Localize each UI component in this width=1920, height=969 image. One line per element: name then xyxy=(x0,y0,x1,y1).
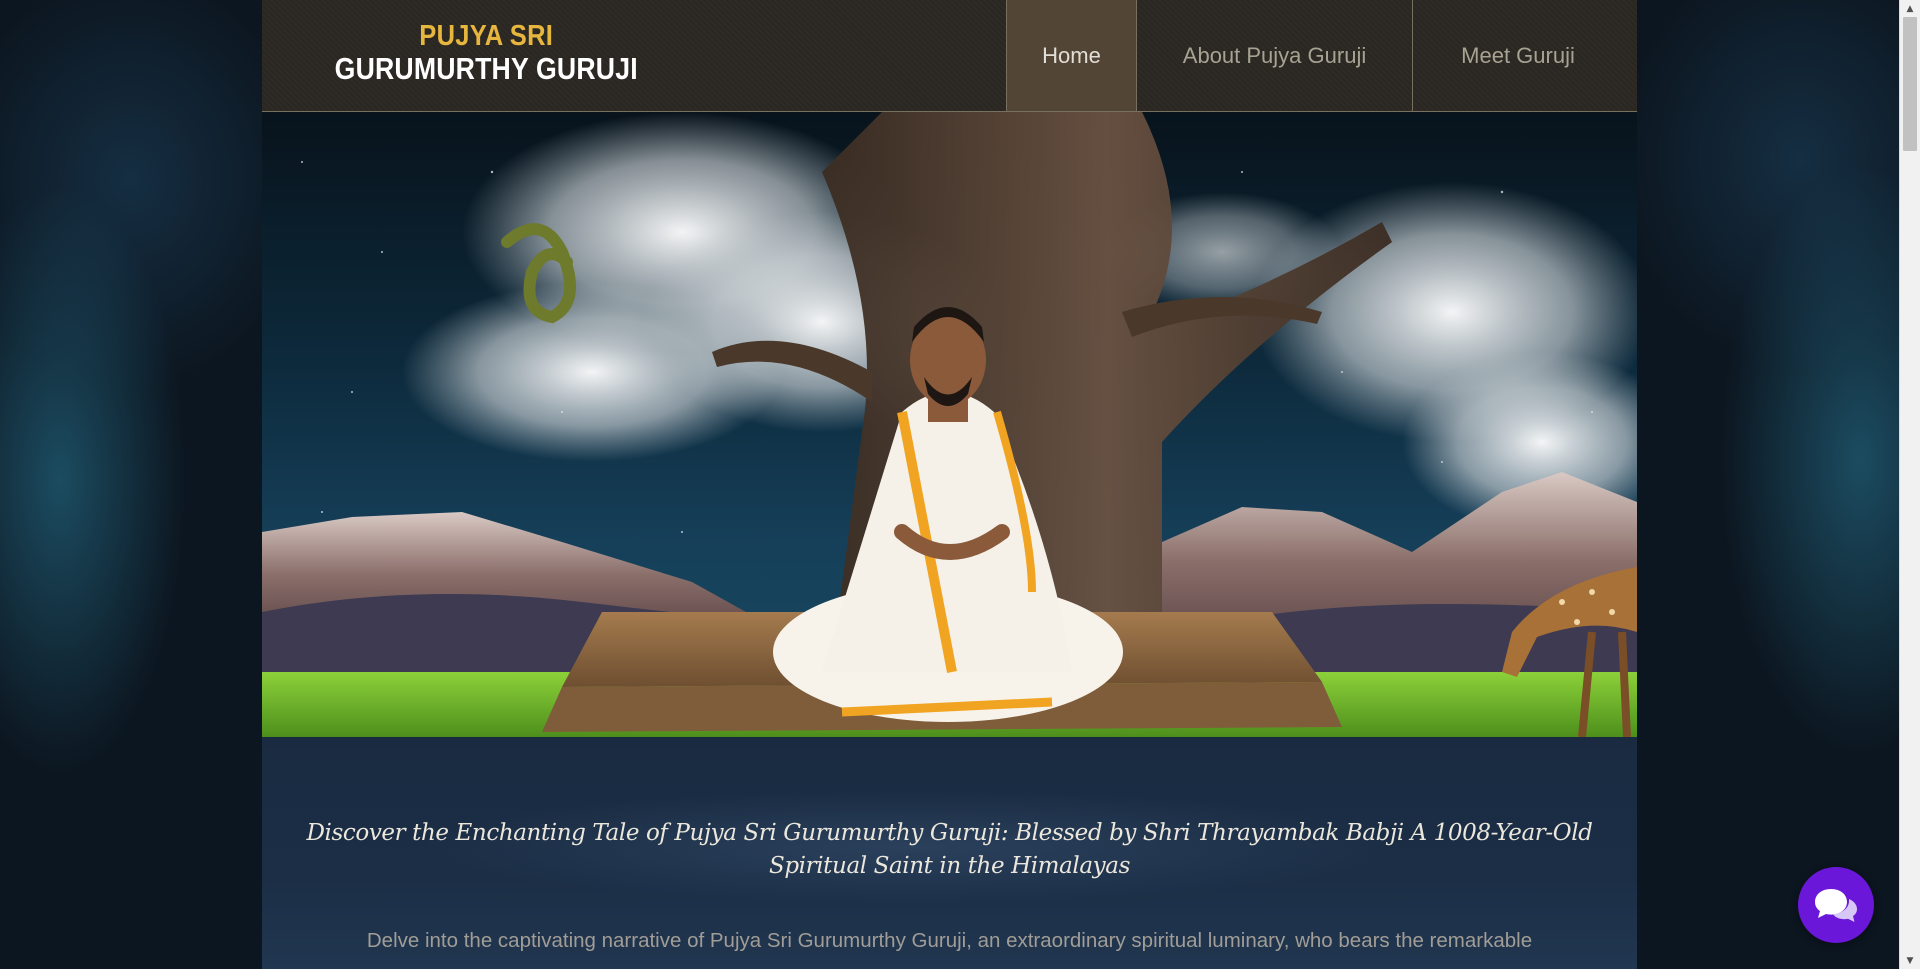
logo-line-2: GURUMURTHY GURUJI xyxy=(334,51,638,86)
intro-section: Discover the Enchanting Tale of Pujya Sr… xyxy=(262,737,1637,969)
logo-line-1: PUJYA SRI xyxy=(419,20,554,52)
site-logo[interactable]: PUJYA SRI GURUMURTHY GURUJI xyxy=(310,20,662,86)
hero-banner xyxy=(262,112,1637,737)
site-header: PUJYA SRI GURUMURTHY GURUJI Home About P… xyxy=(262,0,1637,112)
scroll-down-arrow-icon[interactable]: ▼ xyxy=(1900,952,1920,969)
nav-item-meet-guruji[interactable]: Meet Guruji xyxy=(1412,0,1637,111)
chat-bubbles-icon xyxy=(1815,889,1857,922)
scrollbar-thumb[interactable] xyxy=(1903,17,1917,151)
page-scrollbar[interactable]: ▲ ▼ xyxy=(1899,0,1920,969)
scroll-up-arrow-icon[interactable]: ▲ xyxy=(1900,0,1920,17)
chat-widget-button[interactable] xyxy=(1798,867,1874,943)
main-nav: Home About Pujya Guruji Meet Guruji xyxy=(1006,0,1637,111)
intro-paragraph: Delve into the captivating narrative of … xyxy=(366,929,1533,952)
page-container: PUJYA SRI GURUMURTHY GURUJI Home About P… xyxy=(262,0,1637,969)
intro-headline: Discover the Enchanting Tale of Pujya Sr… xyxy=(306,820,1593,879)
nav-item-home[interactable]: Home xyxy=(1006,0,1136,111)
nav-item-about-pujya-guruji[interactable]: About Pujya Guruji xyxy=(1136,0,1412,111)
hero-illustration xyxy=(262,112,1637,737)
